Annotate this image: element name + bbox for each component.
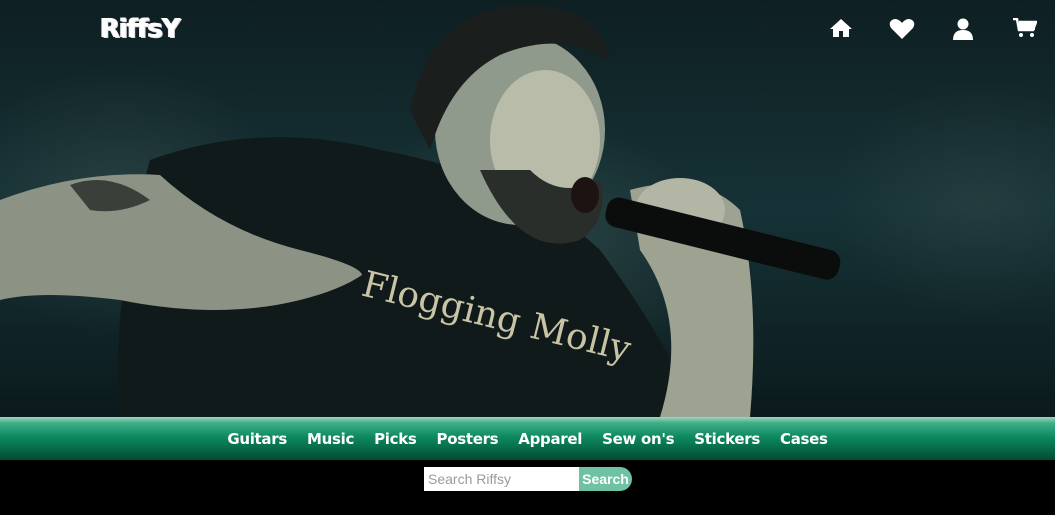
- search-bar: Search: [0, 460, 1055, 515]
- home-icon[interactable]: [829, 18, 857, 46]
- heart-icon[interactable]: [889, 18, 917, 46]
- menu-item-picks[interactable]: Picks: [374, 430, 417, 448]
- hero-banner: Flogging Molly RiffsY: [0, 0, 1055, 417]
- logo[interactable]: RiffsY: [100, 14, 181, 44]
- search-button[interactable]: Search: [579, 467, 632, 491]
- category-menu: Guitars Music Picks Posters Apparel Sew …: [0, 417, 1055, 460]
- hero-photo: Flogging Molly: [0, 5, 841, 417]
- menu-item-apparel[interactable]: Apparel: [518, 430, 582, 448]
- user-icon[interactable]: [953, 18, 981, 46]
- menu-item-posters[interactable]: Posters: [437, 430, 499, 448]
- menu-item-cases[interactable]: Cases: [780, 430, 828, 448]
- menu-item-stickers[interactable]: Stickers: [694, 430, 760, 448]
- search-input[interactable]: [424, 467, 579, 491]
- menu-item-music[interactable]: Music: [307, 430, 354, 448]
- cart-icon[interactable]: [1013, 18, 1041, 46]
- menu-item-guitars[interactable]: Guitars: [227, 430, 287, 448]
- menu-item-sew-ons[interactable]: Sew on's: [602, 430, 674, 448]
